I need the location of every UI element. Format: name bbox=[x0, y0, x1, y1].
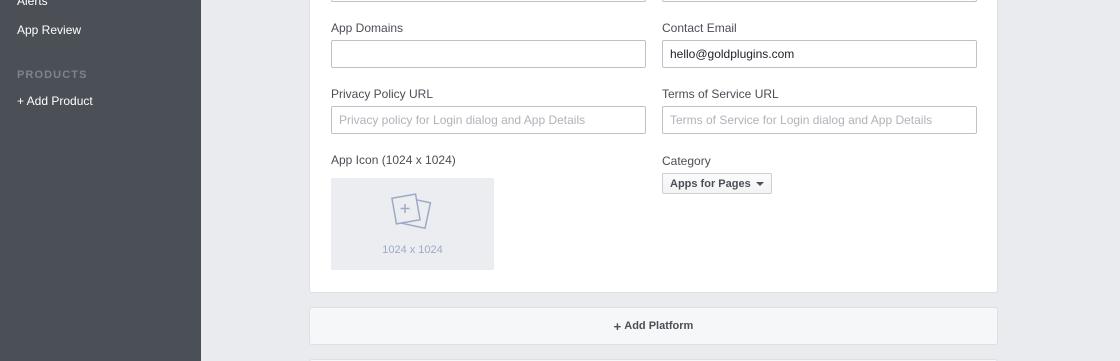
sidebar-item-alerts[interactable]: Alerts bbox=[17, 0, 48, 9]
add-platform-label: Add Platform bbox=[624, 320, 694, 332]
previous-field-left[interactable] bbox=[331, 0, 646, 2]
category-label: Category bbox=[662, 154, 711, 168]
app-icon-size-text: 1024 x 1024 bbox=[382, 244, 443, 256]
plus-icon: + bbox=[613, 318, 622, 334]
image-plus-icon bbox=[391, 193, 432, 230]
app-icon-upload[interactable]: 1024 x 1024 bbox=[331, 178, 494, 270]
app-domains-label: App Domains bbox=[331, 21, 404, 35]
caret-down-icon bbox=[755, 181, 764, 186]
sidebar-add-product[interactable]: + Add Product bbox=[17, 93, 93, 109]
category-dropdown[interactable]: Apps for Pages bbox=[662, 173, 772, 194]
previous-field-right[interactable] bbox=[662, 0, 977, 2]
app-domains-input[interactable] bbox=[331, 40, 646, 68]
privacy-policy-input[interactable] bbox=[331, 106, 646, 134]
category-selected-value: Apps for Pages bbox=[670, 177, 751, 190]
privacy-policy-label: Privacy Policy URL bbox=[331, 87, 434, 101]
terms-of-service-input[interactable] bbox=[662, 106, 977, 134]
contact-email-label: Contact Email bbox=[662, 21, 737, 35]
contact-email-input[interactable] bbox=[662, 40, 977, 68]
terms-of-service-label: Terms of Service URL bbox=[662, 87, 779, 101]
sidebar: Alerts App Review PRODUCTS + Add Product bbox=[0, 0, 201, 361]
app-icon-label: App Icon (1024 x 1024) bbox=[331, 153, 456, 167]
add-platform-button[interactable]: + Add Platform bbox=[309, 307, 998, 345]
sidebar-item-app-review[interactable]: App Review bbox=[17, 22, 81, 38]
sidebar-heading-products: PRODUCTS bbox=[17, 69, 88, 81]
